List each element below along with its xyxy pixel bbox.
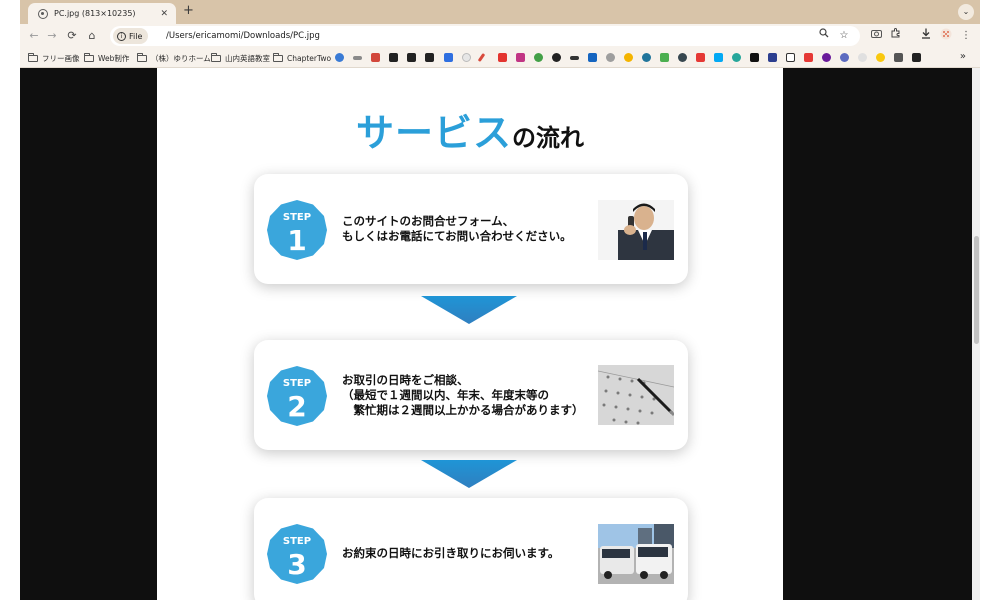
bookmark-favicon-icon[interactable]	[588, 53, 597, 62]
step-number: 1	[287, 224, 306, 257]
reload-button[interactable]: ⟳	[64, 28, 80, 44]
url-text[interactable]: /Users/ericamomi/Downloads/PC.jpg	[166, 26, 320, 46]
bookmark-favicon-icon[interactable]	[425, 53, 434, 62]
step-badge: STEP 1	[267, 200, 327, 260]
bookmark-favicon-icon[interactable]	[750, 53, 759, 62]
bookmark-favicon-icon[interactable]	[732, 53, 741, 62]
step-badge: STEP 2	[267, 366, 327, 426]
bookmark-favicon-icon[interactable]	[353, 56, 362, 60]
browser-window: PC.jpg (813×10235) ✕ + ⌄ ← → ⟳ ⌂ i File …	[20, 0, 980, 600]
tab-title: PC.jpg (813×10235)	[54, 9, 136, 18]
bookmarks-bar: フリー画像 Web制作 （株）ゆりホーム 山内英語教室 ChapterTwo »	[20, 48, 980, 68]
down-arrow-icon	[421, 296, 517, 324]
bookmark-favicon-icon[interactable]	[840, 53, 849, 62]
bookmark-favicon-icon[interactable]	[660, 53, 669, 62]
browser-toolbar: ← → ⟳ ⌂ i File /Users/ericamomi/Download…	[20, 24, 980, 48]
bookmark-favicon-icon[interactable]	[804, 53, 813, 62]
bookmark-favicon-icon[interactable]	[498, 53, 507, 62]
step-description: お約束の日時にお引き取りにお伺います。	[342, 546, 560, 560]
forward-button[interactable]: →	[44, 28, 60, 44]
step-card: STEP 3 お約束の日時にお引き取りにお伺います。	[254, 498, 688, 600]
bookmark-favicon-icon[interactable]	[534, 53, 543, 62]
bookmark-favicon-icon[interactable]	[444, 53, 453, 62]
page-viewport: サービスの流れ STEP 1 このサイトのお問合せフォーム、 もしくはお電話にて…	[20, 68, 980, 600]
globe-icon	[38, 8, 48, 19]
tab-search-button[interactable]: ⌄	[958, 4, 974, 20]
bookmark-favicon-icon[interactable]	[876, 53, 885, 62]
bookmark-favicon-icon[interactable]	[407, 53, 416, 62]
site-info-chip[interactable]: i File	[113, 28, 149, 44]
step-number: 2	[287, 390, 306, 423]
step-label: STEP	[283, 378, 311, 389]
home-button[interactable]: ⌂	[84, 28, 100, 44]
bookmark-favicon-icon[interactable]	[714, 53, 723, 62]
bookmark-folder[interactable]: 山内英語教室	[211, 51, 270, 65]
more-bookmarks-icon[interactable]: »	[960, 51, 966, 62]
folder-icon	[137, 52, 147, 62]
tab-strip: PC.jpg (813×10235) ✕ + ⌄	[20, 0, 980, 24]
site-info-label: File	[129, 31, 143, 41]
step-label: STEP	[283, 212, 311, 223]
bookmark-favicon-icon[interactable]	[786, 53, 795, 62]
bookmark-favicon-icon[interactable]	[642, 53, 651, 62]
folder-icon	[28, 52, 38, 62]
section-title: サービスの流れ	[157, 102, 783, 157]
step-description: お取引の日時をご相談、 （最短で１週間以内、年末、年度末等の 繁忙期は２週間以上…	[342, 373, 584, 417]
bookmark-favicon-icon[interactable]	[696, 53, 705, 62]
folder-icon	[84, 52, 94, 62]
title-rest: の流れ	[512, 124, 584, 152]
profile-avatar-icon[interactable]	[938, 28, 954, 44]
bookmark-folder[interactable]: （株）ゆりホーム	[137, 51, 211, 65]
close-tab-icon[interactable]: ✕	[160, 9, 168, 19]
step-badge: STEP 3	[267, 524, 327, 584]
service-flow-image: サービスの流れ STEP 1 このサイトのお問合せフォーム、 もしくはお電話にて…	[157, 68, 783, 600]
bookmark-favicon-icon[interactable]	[335, 53, 344, 62]
bookmark-favicon-icon[interactable]	[912, 53, 921, 62]
bookmark-favicon-icon[interactable]	[389, 53, 398, 62]
down-arrow-icon	[421, 460, 517, 488]
browser-tab[interactable]: PC.jpg (813×10235) ✕	[28, 3, 176, 24]
extensions-icon[interactable]	[888, 28, 904, 44]
camera-icon[interactable]	[868, 28, 884, 44]
bookmark-folder[interactable]: フリー画像	[28, 51, 80, 65]
browser-menu-icon[interactable]: ⋮	[958, 28, 974, 44]
bookmark-favicon-icon[interactable]	[822, 53, 831, 62]
bookmark-favicon-icon[interactable]	[624, 53, 633, 62]
zoom-icon[interactable]	[816, 28, 832, 44]
calendar-photo	[598, 365, 674, 425]
step-number: 3	[287, 548, 306, 581]
bookmark-favicon-icon[interactable]	[552, 53, 561, 62]
step-card: STEP 1 このサイトのお問合せフォーム、 もしくはお電話にてお問い合わせくだ…	[254, 174, 688, 284]
address-bar[interactable]: i File /Users/ericamomi/Downloads/PC.jpg…	[110, 26, 860, 46]
bookmark-favicon-icon[interactable]	[371, 53, 380, 62]
step-label: STEP	[283, 536, 311, 547]
folder-icon	[211, 52, 221, 62]
info-icon: i	[117, 31, 126, 41]
folder-icon	[273, 52, 283, 62]
bookmark-folder[interactable]: Web制作	[84, 51, 129, 65]
parked-vans-photo	[598, 524, 674, 584]
scrollbar-thumb[interactable]	[974, 236, 979, 344]
bookmark-favicon-icon[interactable]	[678, 53, 687, 62]
bookmark-favicon-icon[interactable]	[570, 56, 579, 60]
step-card: STEP 2 お取引の日時をご相談、 （最短で１週間以内、年末、年度末等の 繁忙…	[254, 340, 688, 450]
bookmark-favicon-icon[interactable]	[606, 53, 615, 62]
title-highlight: サービス	[355, 111, 512, 155]
man-on-phone-photo	[598, 200, 674, 260]
step-description: このサイトのお問合せフォーム、 もしくはお電話にてお問い合わせください。	[342, 214, 572, 243]
vertical-scrollbar[interactable]	[972, 68, 980, 600]
bookmark-folder[interactable]: ChapterTwo	[273, 51, 331, 65]
bookmark-star-icon[interactable]: ☆	[836, 28, 852, 44]
bookmark-favicon-icon[interactable]	[462, 53, 471, 62]
new-tab-button[interactable]: +	[183, 4, 194, 18]
back-button[interactable]: ←	[26, 28, 42, 44]
bookmark-favicon-icon[interactable]	[768, 53, 777, 62]
bookmark-favicon-icon[interactable]	[516, 53, 525, 62]
bookmark-favicon-icon[interactable]	[894, 53, 903, 62]
bookmark-favicon-icon[interactable]	[858, 53, 867, 62]
bookmark-favicon-icon[interactable]	[477, 52, 486, 63]
download-icon[interactable]	[918, 28, 934, 44]
